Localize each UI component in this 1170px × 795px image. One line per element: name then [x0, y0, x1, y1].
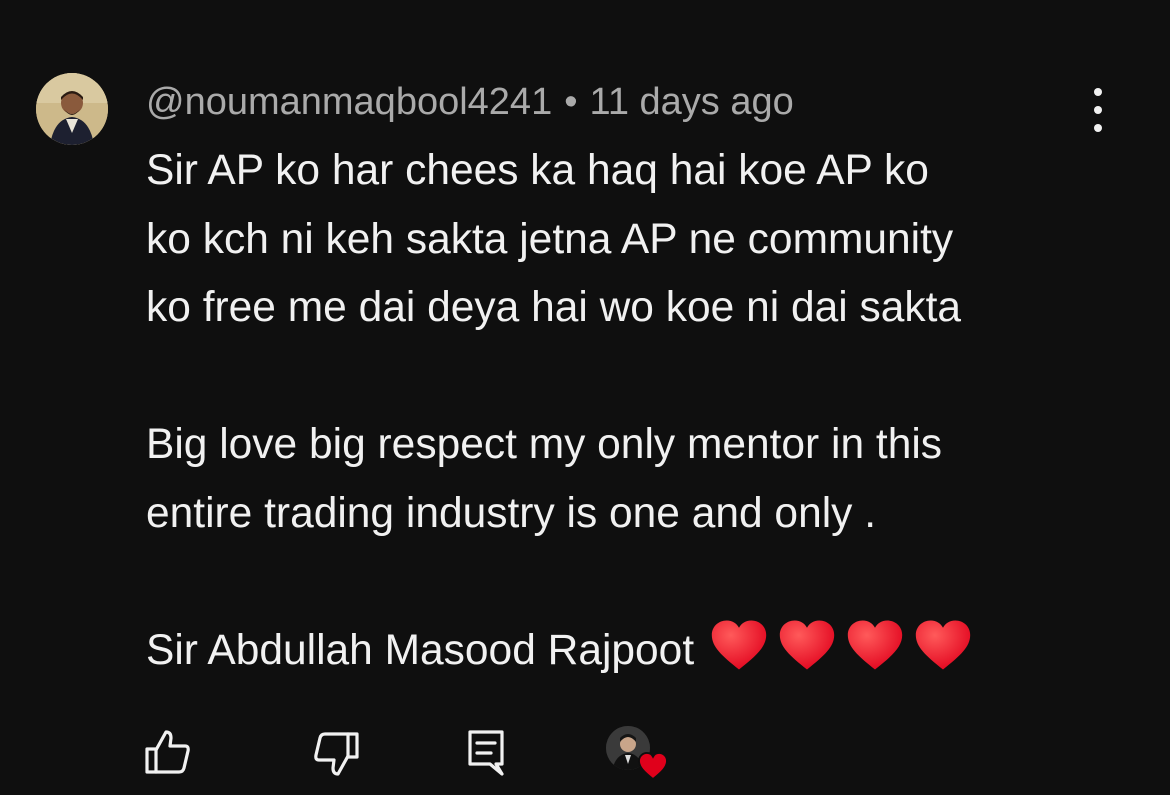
comment-line: ko kch ni keh sakta jetna AP ne communit… [146, 215, 954, 263]
like-button[interactable] [144, 728, 192, 776]
more-options-icon[interactable] [1078, 88, 1118, 132]
comment-line: Sir Abdullah Masood Rajpoot [146, 626, 695, 674]
comment-text: Sir AP ko har chees ka haq hai koe AP ko… [146, 137, 1106, 685]
more-dot [1094, 88, 1102, 96]
avatar[interactable] [36, 73, 108, 145]
meta-separator: • [564, 80, 578, 123]
heart-emoji-icon [847, 620, 903, 669]
more-dot [1094, 124, 1102, 132]
comment-blank-line [146, 343, 1106, 412]
comment-line: Sir AP ko har chees ka haq hai koe AP ko [146, 147, 929, 194]
thumbs-down-icon [314, 732, 359, 776]
thumbs-up-icon [145, 730, 190, 774]
author-name[interactable]: @noumanmaqbool4241 [146, 81, 552, 124]
comment-signature-line: Sir Abdullah Masood Rajpoot [146, 617, 1106, 686]
comment-line: ko free me dai deya hai wo koe ni dai sa… [146, 284, 962, 331]
heart-emoji-icon [915, 620, 971, 669]
comment-header: @noumanmaqbool4241 • 11 days ago [146, 78, 794, 126]
comment-line: entire trading industry is one and only … [146, 489, 877, 537]
more-dot [1094, 106, 1102, 114]
comment-line: Big love big respect my only mentor in t… [146, 421, 943, 468]
creator-heart-icon [638, 752, 668, 780]
reply-button[interactable] [462, 728, 510, 778]
comment-blank-line [146, 548, 1106, 617]
heart-emoji-icon [711, 620, 767, 669]
dislike-button[interactable] [312, 730, 360, 778]
creator-heart-badge[interactable] [606, 726, 672, 786]
reply-icon [468, 730, 504, 776]
comment-timestamp[interactable]: 11 days ago [590, 81, 794, 124]
comment-item: @noumanmaqbool4241 • 11 days ago Sir AP … [0, 0, 1170, 795]
heart-emoji-icon [779, 620, 835, 669]
heart-emoji-group [710, 617, 982, 686]
comment-actions [0, 722, 1170, 792]
